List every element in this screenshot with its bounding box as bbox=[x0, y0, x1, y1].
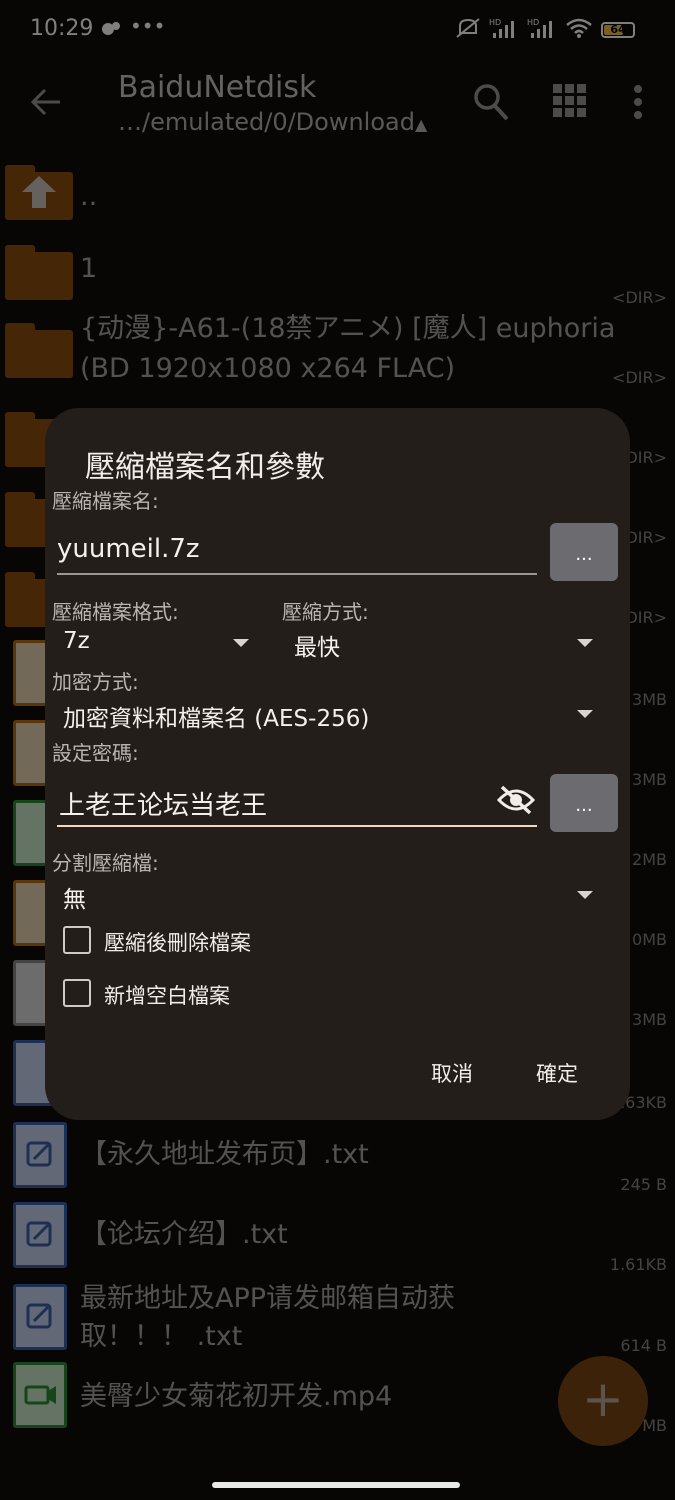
password-input[interactable]: 上老王论坛当老王 bbox=[59, 785, 267, 822]
add-empty-checkbox[interactable] bbox=[63, 979, 91, 1007]
cancel-button[interactable]: 取消 bbox=[431, 1058, 473, 1088]
navigation-handle[interactable] bbox=[212, 1482, 460, 1488]
format-label: 壓縮檔案格式: bbox=[52, 600, 179, 624]
password-underline bbox=[57, 825, 537, 827]
add-empty-label[interactable]: 新增空白檔案 bbox=[104, 980, 230, 1010]
method-label: 壓縮方式: bbox=[282, 600, 369, 624]
split-dropdown[interactable]: 無 bbox=[63, 880, 86, 914]
method-dropdown[interactable]: 最快 bbox=[294, 628, 340, 662]
delete-after-checkbox[interactable] bbox=[63, 926, 91, 954]
browse-button[interactable]: ... bbox=[550, 523, 618, 581]
split-label: 分割壓縮檔: bbox=[52, 851, 159, 875]
password-options-button[interactable]: ... bbox=[550, 774, 618, 832]
archive-name-input[interactable]: yuumeil.7z bbox=[57, 534, 200, 564]
archive-name-label: 壓縮檔案名: bbox=[52, 489, 159, 513]
format-dropdown-caret-icon[interactable] bbox=[233, 639, 249, 647]
password-label: 設定密碼: bbox=[52, 741, 139, 765]
encryption-dropdown-caret-icon[interactable] bbox=[577, 710, 593, 718]
compression-dialog: 壓縮檔案名和參數 壓縮檔案名: yuumeil.7z ... 壓縮檔案格式: 壓… bbox=[45, 408, 630, 1120]
method-dropdown-caret-icon[interactable] bbox=[577, 639, 593, 647]
delete-after-label[interactable]: 壓縮後刪除檔案 bbox=[104, 927, 251, 957]
dialog-title: 壓縮檔案名和參數 bbox=[85, 450, 325, 485]
encryption-label: 加密方式: bbox=[52, 670, 139, 694]
ok-button[interactable]: 確定 bbox=[536, 1058, 578, 1088]
archive-name-underline bbox=[57, 573, 537, 575]
format-dropdown[interactable]: 7z bbox=[63, 628, 90, 654]
visibility-off-icon[interactable] bbox=[496, 784, 536, 820]
split-dropdown-caret-icon[interactable] bbox=[577, 891, 593, 899]
encryption-dropdown[interactable]: 加密資料和檔案名 (AES-256) bbox=[63, 699, 369, 733]
